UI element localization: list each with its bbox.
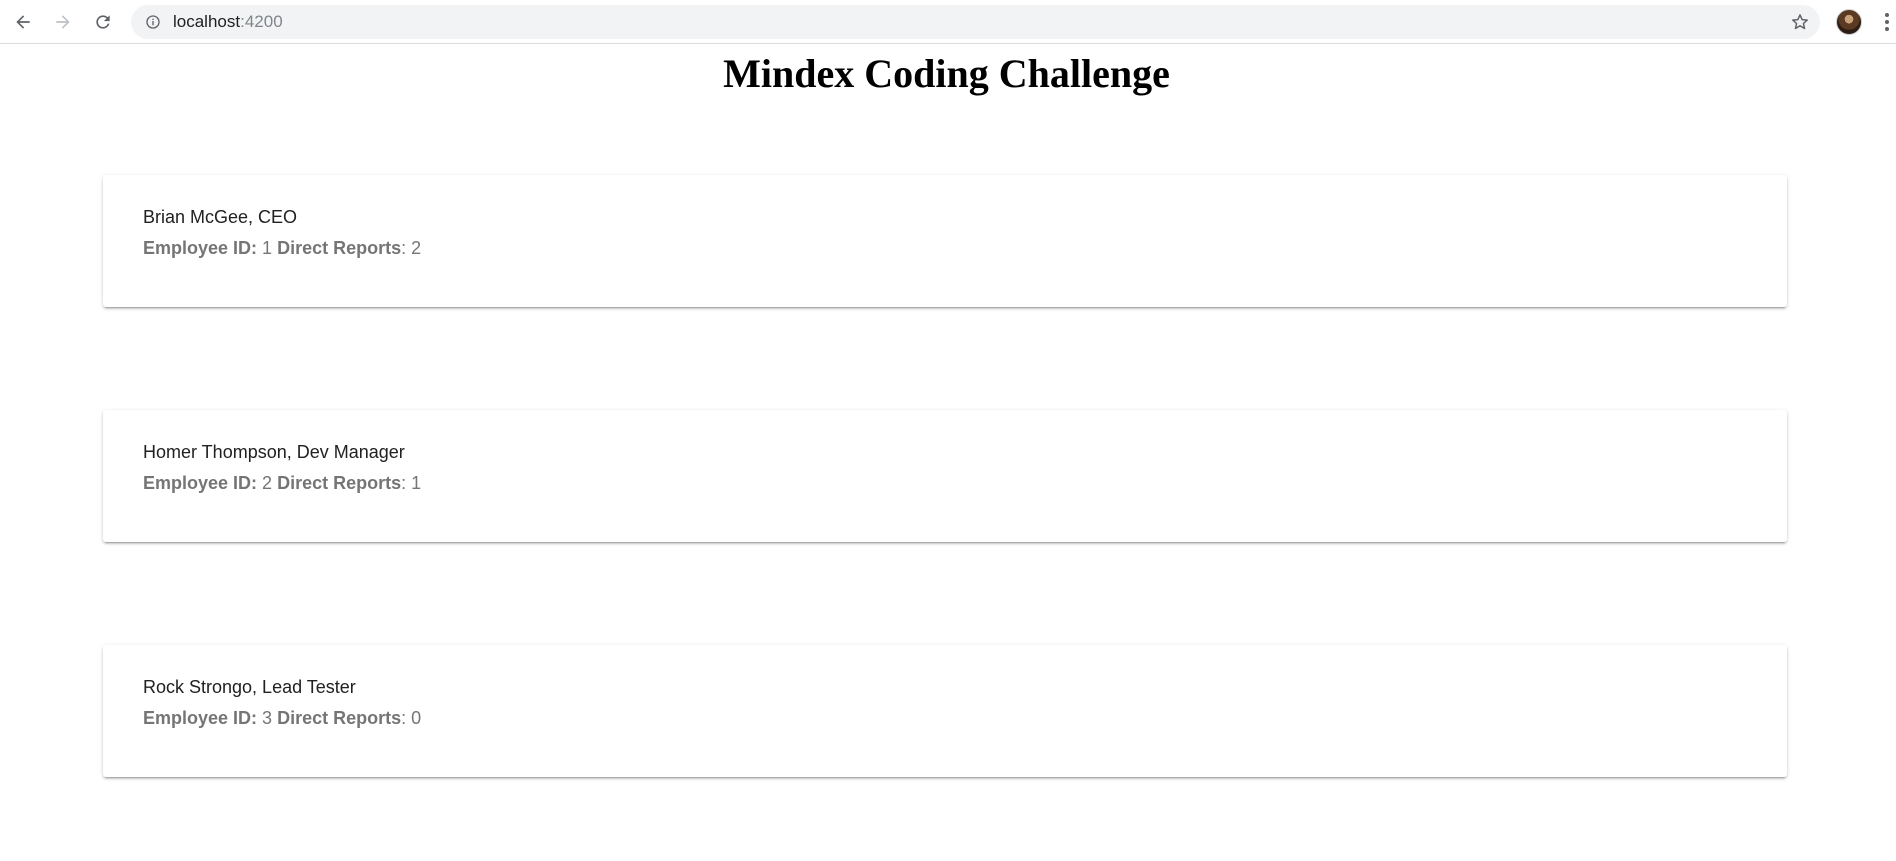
bookmark-star-icon[interactable] [1790,12,1810,32]
browser-toolbar: localhost:4200 [0,0,1896,44]
employee-name: Rock Strongo, Lead Tester [143,677,356,697]
profile-avatar[interactable] [1836,9,1862,35]
back-button[interactable] [9,8,37,36]
reload-button[interactable] [89,8,117,36]
url-host: localhost [173,12,241,31]
employee-card: Rock Strongo, Lead Tester Employee ID: 3… [103,645,1787,777]
employee-id-value: 2 [262,473,273,493]
direct-reports-value: 0 [411,708,422,728]
employee-id-value: 1 [262,238,273,258]
employee-id-label: Employee ID: [143,473,258,493]
employee-meta: Employee ID: 2 Direct Reports: 1 [143,473,422,493]
arrow-left-icon [16,15,30,29]
employee-id-label: Employee ID: [143,238,258,258]
more-menu-icon[interactable] [1880,12,1894,32]
employee-card: Brian McGee, CEO Employee ID: 1 Direct R… [103,175,1787,307]
page-title: Mindex Coding Challenge [723,51,1170,96]
employee-meta: Employee ID: 3 Direct Reports: 0 [143,708,422,728]
arrow-right-icon [56,15,70,29]
employee-card: Homer Thompson, Dev Manager Employee ID:… [103,410,1787,542]
employee-name: Homer Thompson, Dev Manager [143,442,405,462]
employee-name: Brian McGee, CEO [143,207,298,227]
employee-meta: Employee ID: 1 Direct Reports: 2 [143,238,422,258]
direct-reports-value: 2 [411,238,422,258]
address-bar[interactable]: localhost:4200 [131,5,1820,39]
employee-id-label: Employee ID: [143,708,258,728]
direct-reports-label: Direct Reports [277,708,402,728]
info-icon[interactable] [145,14,161,30]
direct-reports-label: Direct Reports [277,238,402,258]
forward-button[interactable] [49,8,77,36]
url-text[interactable]: localhost:4200 [173,13,283,31]
direct-reports-label: Direct Reports [277,473,402,493]
reload-icon [96,15,110,29]
direct-reports-value: 1 [411,473,422,493]
url-port: :4200 [240,12,283,31]
employee-id-value: 3 [262,708,273,728]
